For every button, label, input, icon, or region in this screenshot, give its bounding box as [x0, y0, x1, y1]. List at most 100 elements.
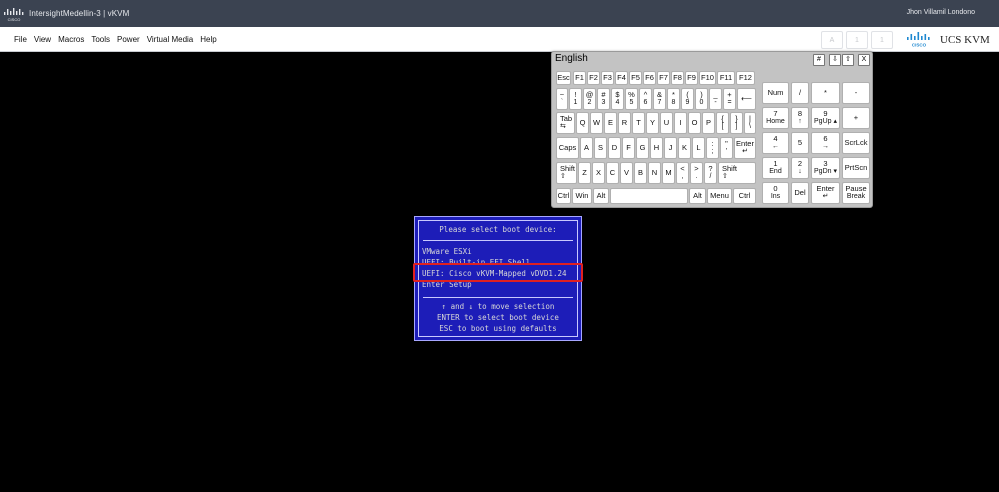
key-y[interactable]: Y: [646, 112, 659, 134]
menu-view[interactable]: View: [34, 35, 51, 44]
key-f3[interactable]: F3: [601, 71, 614, 85]
key-left-alt[interactable]: Alt: [593, 188, 609, 204]
key-5[interactable]: % 5: [625, 88, 638, 110]
menu-file[interactable]: File: [14, 35, 27, 44]
key-f5[interactable]: F5: [629, 71, 642, 85]
key-2[interactable]: @2: [583, 88, 596, 110]
key-numpad-8[interactable]: 8 ↑: [791, 107, 809, 129]
key-g[interactable]: G: [636, 137, 649, 159]
key-semicolon[interactable]: :;: [706, 137, 719, 159]
keyboard-header[interactable]: English # ⇩ ⇧ X: [552, 52, 872, 66]
key-left-ctrl[interactable]: Ctrl: [556, 188, 571, 204]
key-space[interactable]: [610, 188, 688, 204]
key-m[interactable]: M: [662, 162, 675, 184]
key-a[interactable]: A: [580, 137, 593, 159]
key-f10[interactable]: F10: [699, 71, 716, 85]
key-l[interactable]: L: [692, 137, 705, 159]
key-numpad-subtract[interactable]: -: [842, 82, 870, 104]
key-numpad-3[interactable]: 3 PgDn ▾: [811, 157, 840, 179]
keyboard-pin-button[interactable]: #: [813, 54, 825, 66]
key-e[interactable]: E: [604, 112, 617, 134]
key-numpad-9[interactable]: 9 PgUp ▴: [811, 107, 840, 129]
key-u[interactable]: U: [660, 112, 673, 134]
key-d[interactable]: D: [608, 137, 621, 159]
key-8[interactable]: * 8: [667, 88, 680, 110]
key-right-ctrl[interactable]: Ctrl: [733, 188, 756, 204]
menu-virtual-media[interactable]: Virtual Media: [147, 35, 194, 44]
boot-option-vmware-esxi[interactable]: VMware ESXi: [422, 247, 472, 256]
key-9[interactable]: (9: [681, 88, 694, 110]
key-numpad-1[interactable]: 1 End: [762, 157, 789, 179]
key-right-shift[interactable]: Shift ⇧: [718, 162, 756, 184]
key-n[interactable]: N: [648, 162, 661, 184]
menu-help[interactable]: Help: [200, 35, 216, 44]
key-k[interactable]: K: [678, 137, 691, 159]
key-f12[interactable]: F12: [736, 71, 755, 85]
key-numpad-enter[interactable]: Enter ↵: [811, 182, 840, 204]
key-7[interactable]: & 7: [653, 88, 666, 110]
key-left-shift[interactable]: Shift ⇧: [556, 162, 577, 184]
key-x[interactable]: X: [592, 162, 605, 184]
key-equals[interactable]: + =: [723, 88, 736, 110]
key-win[interactable]: Win: [572, 188, 592, 204]
key-numpad-multiply[interactable]: *: [811, 82, 840, 104]
key-f6[interactable]: F6: [643, 71, 656, 85]
key-z[interactable]: Z: [578, 162, 591, 184]
key-o[interactable]: O: [688, 112, 701, 134]
keyboard-close-button[interactable]: X: [858, 54, 870, 66]
key-t[interactable]: T: [632, 112, 645, 134]
key-quote[interactable]: " ': [720, 137, 733, 159]
menu-macros[interactable]: Macros: [58, 35, 84, 44]
key-s[interactable]: S: [594, 137, 607, 159]
key-numpad-0[interactable]: 0 Ins: [762, 182, 789, 204]
key-j[interactable]: J: [664, 137, 677, 159]
key-f9[interactable]: F9: [685, 71, 698, 85]
key-numpad-7[interactable]: 7 Home: [762, 107, 789, 129]
key-comma[interactable]: <,: [676, 162, 689, 184]
key-numpad-2[interactable]: 2 ↓: [791, 157, 809, 179]
key-f4[interactable]: F4: [615, 71, 628, 85]
key-numpad-num[interactable]: Num: [762, 82, 789, 104]
key-b[interactable]: B: [634, 162, 647, 184]
key-f1[interactable]: F1: [573, 71, 586, 85]
keyboard-restore-button[interactable]: ⇧: [842, 54, 854, 66]
key-backspace[interactable]: ⟵: [737, 88, 756, 110]
key-3[interactable]: #3: [597, 88, 610, 110]
user-name[interactable]: Jhon Villamil Londono: [907, 9, 975, 16]
key-delete[interactable]: Del: [791, 182, 809, 204]
key-right-alt[interactable]: Alt: [689, 188, 706, 204]
key-caps-lock[interactable]: Caps: [556, 137, 579, 159]
key-left-bracket[interactable]: {[: [716, 112, 729, 134]
key-r[interactable]: R: [618, 112, 631, 134]
key-menu[interactable]: Menu: [707, 188, 732, 204]
key-right-bracket[interactable]: }]: [730, 112, 743, 134]
key-w[interactable]: W: [590, 112, 603, 134]
menu-power[interactable]: Power: [117, 35, 140, 44]
key-f8[interactable]: F8: [671, 71, 684, 85]
key-tab[interactable]: Tab ⇆: [556, 112, 575, 134]
key-backtick[interactable]: ~ `: [556, 88, 568, 110]
key-f2[interactable]: F2: [587, 71, 600, 85]
key-numpad-divide[interactable]: /: [791, 82, 809, 104]
key-6[interactable]: ^ 6: [639, 88, 652, 110]
key-backslash[interactable]: | \: [744, 112, 756, 134]
key-numpad-6[interactable]: 6 →: [811, 132, 840, 154]
key-0[interactable]: ) 0: [695, 88, 708, 110]
key-numpad-4[interactable]: 4 ←: [762, 132, 789, 154]
key-enter[interactable]: Enter ↵: [734, 137, 756, 159]
key-f[interactable]: F: [622, 137, 635, 159]
keyboard-minimize-button[interactable]: ⇩: [829, 54, 841, 66]
menu-tools[interactable]: Tools: [91, 35, 110, 44]
key-minus[interactable]: _ -: [709, 88, 722, 110]
key-f7[interactable]: F7: [657, 71, 670, 85]
key-4[interactable]: $4: [611, 88, 624, 110]
key-scroll-lock[interactable]: ScrLck: [842, 132, 870, 154]
key-pause-break[interactable]: Pause Break: [842, 182, 870, 204]
key-q[interactable]: Q: [576, 112, 589, 134]
key-v[interactable]: V: [620, 162, 633, 184]
key-i[interactable]: I: [674, 112, 687, 134]
key-esc[interactable]: Esc: [556, 71, 571, 85]
key-slash[interactable]: ? /: [704, 162, 717, 184]
key-c[interactable]: C: [606, 162, 619, 184]
key-h[interactable]: H: [650, 137, 663, 159]
